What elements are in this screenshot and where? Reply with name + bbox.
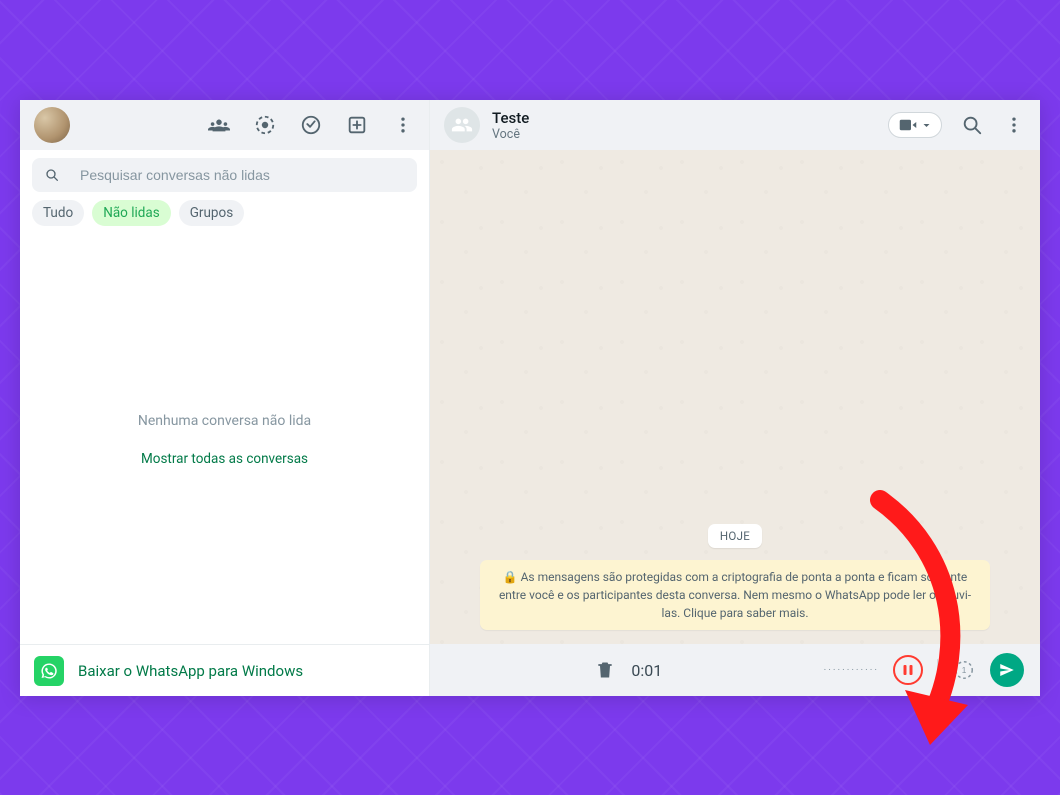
playback-speed-icon[interactable]: 1 [952,658,976,682]
delete-recording-icon[interactable] [593,658,617,682]
download-bar[interactable]: Baixar o WhatsApp para Windows [20,644,429,696]
whatsapp-web-window: Tudo Não lidas Grupos Nenhuma conversa n… [20,100,1040,696]
video-call-button[interactable] [888,112,942,138]
left-pane: Tudo Não lidas Grupos Nenhuma conversa n… [20,100,430,696]
pause-icon [902,664,914,676]
avatar[interactable] [34,107,70,143]
new-chat-icon[interactable] [345,113,369,137]
footer-divider [937,659,938,681]
download-cta-text: Baixar o WhatsApp para Windows [78,662,303,680]
left-header-actions [207,113,415,137]
empty-state-text: Nenhuma conversa não lida [138,413,311,429]
encryption-notice[interactable]: 🔒 As mensagens são protegidas com a crip… [480,560,990,630]
filter-chip-unread[interactable]: Não lidas [92,200,171,226]
chat-header: Teste Você [430,100,1040,150]
recording-footer: 0:01 ············ 1 [430,644,1040,696]
group-avatar-icon[interactable] [444,107,480,143]
date-badge: HOJE [708,524,762,548]
left-header [20,100,429,150]
chat-body: HOJE 🔒 As mensagens são protegidas com a… [430,150,1040,644]
search-input[interactable] [80,167,405,183]
search-box[interactable] [32,158,417,192]
chat-menu-dots-icon[interactable] [1002,113,1026,137]
communities-icon[interactable] [207,113,231,137]
filter-chips: Tudo Não lidas Grupos [20,200,429,236]
video-icon [899,118,917,132]
recording-time: 0:01 [631,661,662,680]
chevron-down-icon [922,121,931,130]
pause-recording-button[interactable] [893,655,923,685]
chat-header-actions [888,112,1026,138]
chat-subtitle: Você [492,127,529,142]
chat-title-block[interactable]: Teste Você [492,109,529,142]
filter-chip-all[interactable]: Tudo [32,200,84,226]
channels-icon[interactable] [299,113,323,137]
right-pane: Teste Você HOJE 🔒 As mensagens são prote… [430,100,1040,696]
filter-chip-groups[interactable]: Grupos [179,200,244,226]
show-all-conversations-link[interactable]: Mostrar todas as conversas [141,451,308,467]
recording-waveform: ············ [824,665,879,676]
send-button[interactable] [990,653,1024,687]
chat-title: Teste [492,109,529,127]
whatsapp-logo-icon [34,656,64,686]
send-icon [998,661,1016,679]
svg-text:1: 1 [962,666,967,675]
search-area [20,150,429,200]
search-in-chat-icon[interactable] [960,113,984,137]
status-icon[interactable] [253,113,277,137]
chat-list-empty: Nenhuma conversa não lida Mostrar todas … [20,236,429,644]
search-icon [44,167,60,183]
menu-dots-icon[interactable] [391,113,415,137]
